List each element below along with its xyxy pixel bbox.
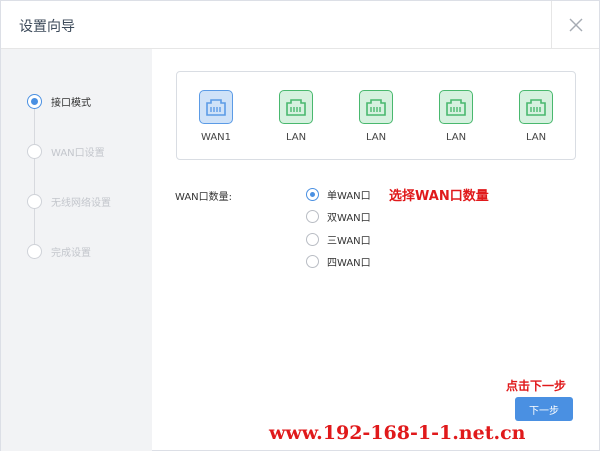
step-label: 完成设置 <box>51 247 91 259</box>
port-label: LAN <box>365 132 387 143</box>
step-indicator <box>27 143 42 159</box>
radio-circle-checked[interactable] <box>306 187 319 201</box>
radio-label: 四WAN口 <box>327 257 371 269</box>
port-label: LAN <box>525 132 547 143</box>
radio-label: 三WAN口 <box>327 235 371 247</box>
port-diagram-panel: WAN1 LAN LAN LAN LAN <box>176 71 576 160</box>
ethernet-port-icon <box>199 90 233 124</box>
wan-count-label: WAN口数量: <box>175 192 233 203</box>
port-label: WAN1 <box>200 132 232 143</box>
step-label: WAN口设置 <box>51 147 105 159</box>
radio-label: 双WAN口 <box>327 212 371 224</box>
step-wireless-settings: 无线网络设置 <box>27 193 111 209</box>
annotation-click-next: 点击下一步 <box>506 379 567 393</box>
step-indicator-active <box>27 93 42 109</box>
radio-dual-wan[interactable]: 双WAN口 <box>306 209 371 224</box>
watermark-text: www.192-168-1-1.net.cn <box>269 422 526 444</box>
step-indicator <box>27 243 42 259</box>
step-wan-settings: WAN口设置 <box>27 143 105 159</box>
dialog-title: 设置向导 <box>19 19 75 35</box>
radio-circle[interactable] <box>306 254 319 268</box>
port-lan-4: LAN <box>518 90 554 143</box>
port-wan1: WAN1 <box>198 90 234 143</box>
step-indicator <box>27 193 42 209</box>
port-label: LAN <box>445 132 467 143</box>
radio-circle[interactable] <box>306 232 319 246</box>
setup-wizard-dialog: 设置向导 接口模式 WAN口设置 无线网络设置 完成设置 WAN1 LAN LA… <box>0 0 600 451</box>
radio-quad-wan[interactable]: 四WAN口 <box>306 254 371 269</box>
ethernet-port-icon <box>519 90 553 124</box>
ethernet-port-icon <box>439 90 473 124</box>
next-button[interactable]: 下一步 <box>515 397 573 421</box>
steps-connector-line <box>34 109 35 259</box>
step-label: 接口模式 <box>51 97 91 109</box>
wizard-steps-sidebar: 接口模式 WAN口设置 无线网络设置 完成设置 <box>1 49 152 451</box>
port-label: LAN <box>285 132 307 143</box>
step-complete: 完成设置 <box>27 243 91 259</box>
ethernet-port-icon <box>279 90 313 124</box>
close-icon <box>569 18 582 31</box>
port-lan-2: LAN <box>358 90 394 143</box>
radio-single-wan[interactable]: 单WAN口 <box>306 187 371 202</box>
radio-triple-wan[interactable]: 三WAN口 <box>306 232 371 247</box>
port-lan-1: LAN <box>278 90 314 143</box>
ethernet-port-icon <box>359 90 393 124</box>
step-interface-mode: 接口模式 <box>27 93 91 109</box>
radio-label: 单WAN口 <box>327 190 371 202</box>
port-lan-3: LAN <box>438 90 474 143</box>
dialog-header: 设置向导 <box>1 1 599 49</box>
annotation-select-wan-count: 选择WAN口数量 <box>389 189 489 204</box>
close-button[interactable] <box>551 1 599 48</box>
step-label: 无线网络设置 <box>51 197 111 209</box>
radio-circle[interactable] <box>306 209 319 223</box>
